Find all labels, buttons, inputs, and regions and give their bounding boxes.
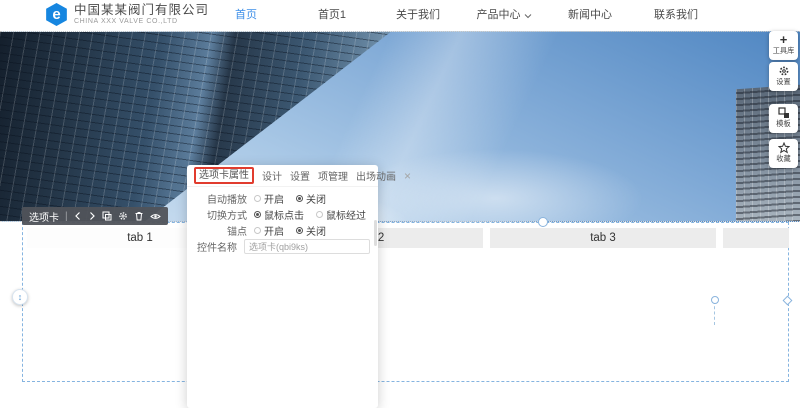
radio-icon <box>254 195 261 202</box>
widget-toolbar-label: 选项卡 <box>29 212 59 224</box>
radio-icon <box>254 227 261 234</box>
nav-item-home[interactable]: 首页 <box>203 0 289 31</box>
trash-icon[interactable] <box>134 211 144 221</box>
tab-filler-cell <box>723 228 789 248</box>
tool-library-button[interactable]: + 工具库 <box>769 31 798 60</box>
gear-icon[interactable] <box>118 211 128 221</box>
chevron-down-icon <box>524 14 531 19</box>
dialog-tab-items[interactable]: 项管理 <box>318 168 348 183</box>
radio-icon <box>296 195 303 202</box>
tab-3[interactable]: tab 3 <box>490 228 716 248</box>
editor-page: e 中国某某阀门有限公司 CHINA XXX VALVE CO.,LTD 首页 … <box>0 0 800 408</box>
site-header: e 中国某某阀门有限公司 CHINA XXX VALVE CO.,LTD 首页 … <box>0 0 800 31</box>
chevron-left-icon[interactable] <box>74 211 82 221</box>
chevron-right-icon[interactable] <box>88 211 96 221</box>
dialog-title: 选项卡属性 <box>194 167 254 184</box>
column-insert-guide <box>714 301 715 325</box>
plus-icon: + <box>779 32 788 47</box>
anchor-field: 锚点 开启 关闭 <box>197 223 368 238</box>
company-name-cn: 中国某某阀门有限公司 <box>74 2 210 17</box>
star-icon <box>769 141 798 154</box>
move-handle-icon[interactable] <box>12 289 28 305</box>
nav-item-news[interactable]: 新闻中心 <box>547 0 633 31</box>
radio-icon <box>316 211 323 218</box>
column-insert-handle[interactable] <box>711 296 719 304</box>
autoplay-on-radio[interactable]: 开启 <box>254 191 284 206</box>
anchor-on-radio[interactable]: 开启 <box>254 223 284 238</box>
tab-properties-dialog: 选项卡属性 设计 设置 项管理 出场动画 × 自动播放 开启 关闭 切换方式 鼠… <box>187 165 411 408</box>
nav-item-home1[interactable]: 首页1 <box>289 0 375 31</box>
dialog-tab-settings[interactable]: 设置 <box>290 168 310 183</box>
widget-name-input[interactable] <box>244 239 370 254</box>
autoplay-off-radio[interactable]: 关闭 <box>296 191 326 206</box>
dialog-tab-design[interactable]: 设计 <box>262 168 282 183</box>
template-icon <box>769 106 798 119</box>
gear-icon <box>769 64 798 77</box>
radio-icon <box>296 227 303 234</box>
template-button[interactable]: 模板 <box>769 104 798 133</box>
nav-item-contact[interactable]: 联系我们 <box>633 0 719 31</box>
autoplay-field: 自动播放 开启 关闭 <box>197 191 368 206</box>
dialog-scrollbar[interactable] <box>374 220 377 246</box>
eye-icon[interactable] <box>149 212 161 221</box>
site-logo[interactable]: e 中国某某阀门有限公司 CHINA XXX VALVE CO.,LTD <box>45 3 209 26</box>
favorites-button[interactable]: 收藏 <box>769 139 798 168</box>
company-name-en: CHINA XXX VALVE CO.,LTD <box>74 17 178 25</box>
radio-icon <box>254 211 261 218</box>
widget-toolbar: 选项卡 | <box>22 207 168 225</box>
anchor-off-radio[interactable]: 关闭 <box>296 223 326 238</box>
close-icon[interactable]: × <box>404 170 411 182</box>
top-anchor-handle[interactable] <box>538 217 548 227</box>
dialog-body: 自动播放 开启 关闭 切换方式 鼠标点击 鼠标经过 锚点 开启 关闭 控件名称 … <box>187 187 378 254</box>
nav-item-about[interactable]: 关于我们 <box>375 0 461 31</box>
switch-click-radio[interactable]: 鼠标点击 <box>254 207 304 222</box>
switch-hover-radio[interactable]: 鼠标经过 <box>316 207 366 222</box>
copy-icon[interactable] <box>102 211 112 221</box>
nav-item-products[interactable]: 产品中心 <box>461 0 547 31</box>
logo-icon: e <box>46 3 67 26</box>
widget-name-field: 控件名称 <box>197 239 370 254</box>
switch-mode-field: 切换方式 鼠标点击 鼠标经过 <box>197 207 368 222</box>
toolbar-separator: | <box>65 210 68 222</box>
dialog-header: 选项卡属性 设计 设置 项管理 出场动画 × <box>187 165 411 187</box>
hero-banner[interactable] <box>0 31 800 222</box>
settings-button[interactable]: 设置 <box>769 62 798 91</box>
main-nav: 首页 首页1 关于我们 产品中心 新闻中心 联系我们 <box>203 0 719 31</box>
dialog-tab-animation[interactable]: 出场动画 <box>356 168 396 183</box>
